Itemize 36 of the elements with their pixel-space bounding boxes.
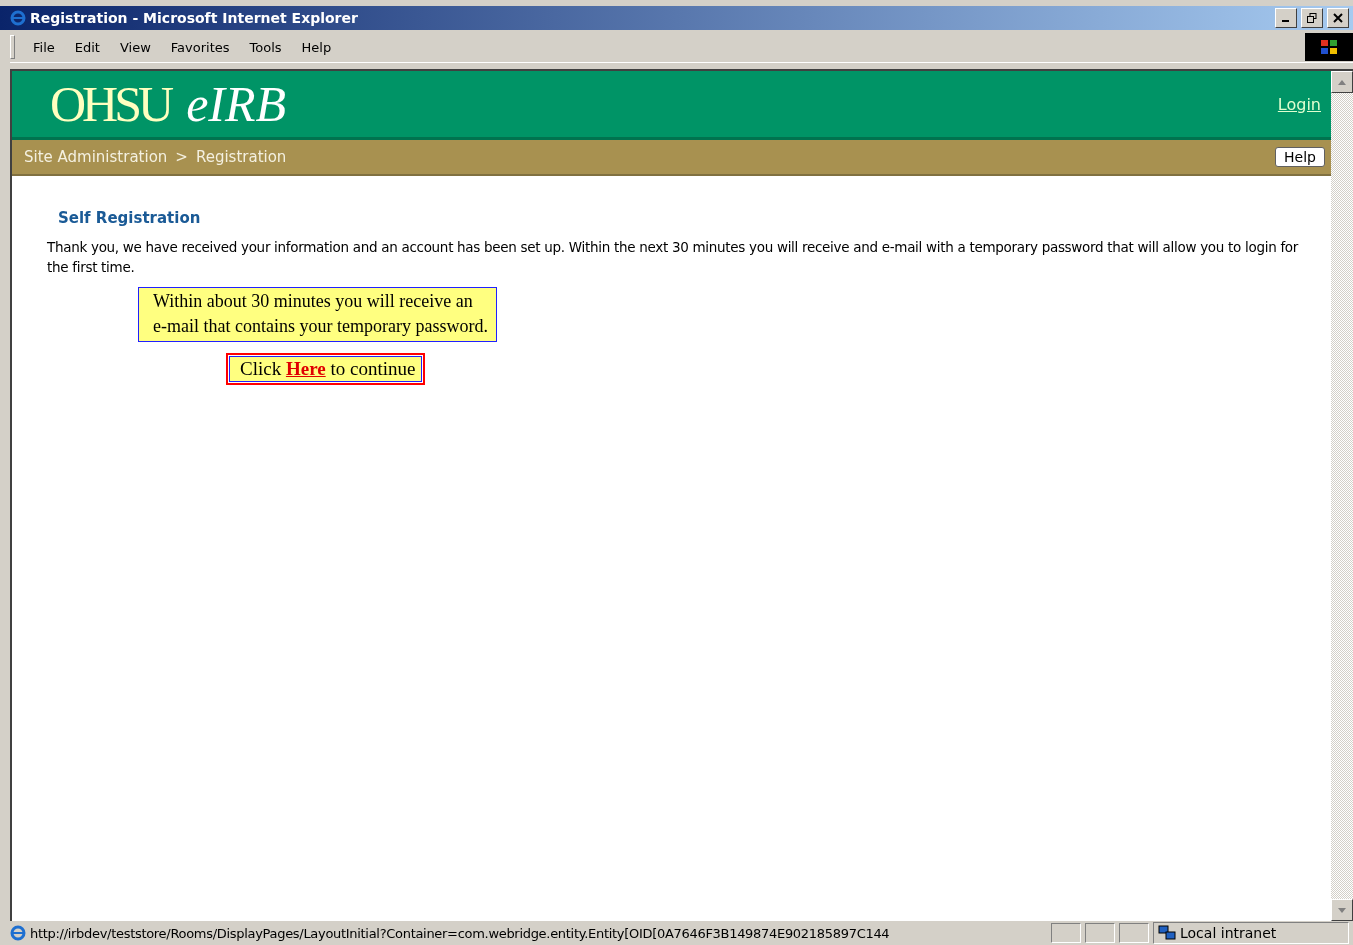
- windows-logo-icon: [1305, 33, 1353, 61]
- window-title: Registration - Microsoft Internet Explorer: [30, 10, 359, 26]
- login-link[interactable]: Login: [1277, 94, 1321, 114]
- restore-icon: [1307, 13, 1317, 23]
- status-pane: [1119, 923, 1149, 943]
- logo-text: OHSU: [50, 75, 171, 133]
- menu-item[interactable]: File: [23, 39, 65, 55]
- minimize-button[interactable]: [1275, 8, 1297, 28]
- scroll-down-button[interactable]: [1331, 899, 1353, 921]
- status-url: http://irbdev/teststore/Rooms/DisplayPages/LayoutInitial?Container=com.webridge.entity.Entity[OID[0A7646F3B149874E902185897C144: [30, 925, 891, 941]
- status-pane: [1051, 923, 1081, 943]
- breadcrumb-separator: >: [175, 148, 188, 166]
- scroll-up-button[interactable]: [1331, 71, 1353, 93]
- page-icon: [10, 925, 26, 941]
- menu-item[interactable]: Tools: [239, 39, 292, 55]
- scrollbar[interactable]: [1331, 71, 1353, 921]
- close-button[interactable]: [1327, 8, 1349, 28]
- restore-button[interactable]: [1301, 8, 1323, 28]
- message-text: Thank you, we have received your information and an account has been set up. Within the next 30 minutes you will receive and e-mail with a temporary password that will allow you to login for the first time.: [47, 238, 1300, 277]
- close-icon: [1333, 13, 1343, 23]
- status-pane: [1085, 923, 1115, 943]
- callout-note: Within about 30 minutes you will receive an e-mail that contains your temporary password.: [138, 287, 497, 342]
- up-arrow-icon: [1338, 79, 1346, 85]
- network-icon: [1158, 925, 1176, 941]
- menu-item[interactable]: View: [109, 39, 161, 55]
- section-heading: Self Registration: [58, 209, 202, 227]
- help-button[interactable]: Help: [1275, 147, 1325, 167]
- menu-item[interactable]: Edit: [64, 39, 110, 55]
- menu-item[interactable]: Help: [291, 39, 342, 55]
- down-arrow-icon: [1338, 907, 1346, 913]
- continue-callout: Click Here to continue: [229, 356, 423, 382]
- zone-label: Local intranet: [1180, 925, 1277, 941]
- here-link[interactable]: Here: [285, 358, 326, 379]
- browser-icon: [10, 10, 26, 26]
- menu-item[interactable]: Favorites: [160, 39, 240, 55]
- logo-text: eIRB: [186, 75, 287, 133]
